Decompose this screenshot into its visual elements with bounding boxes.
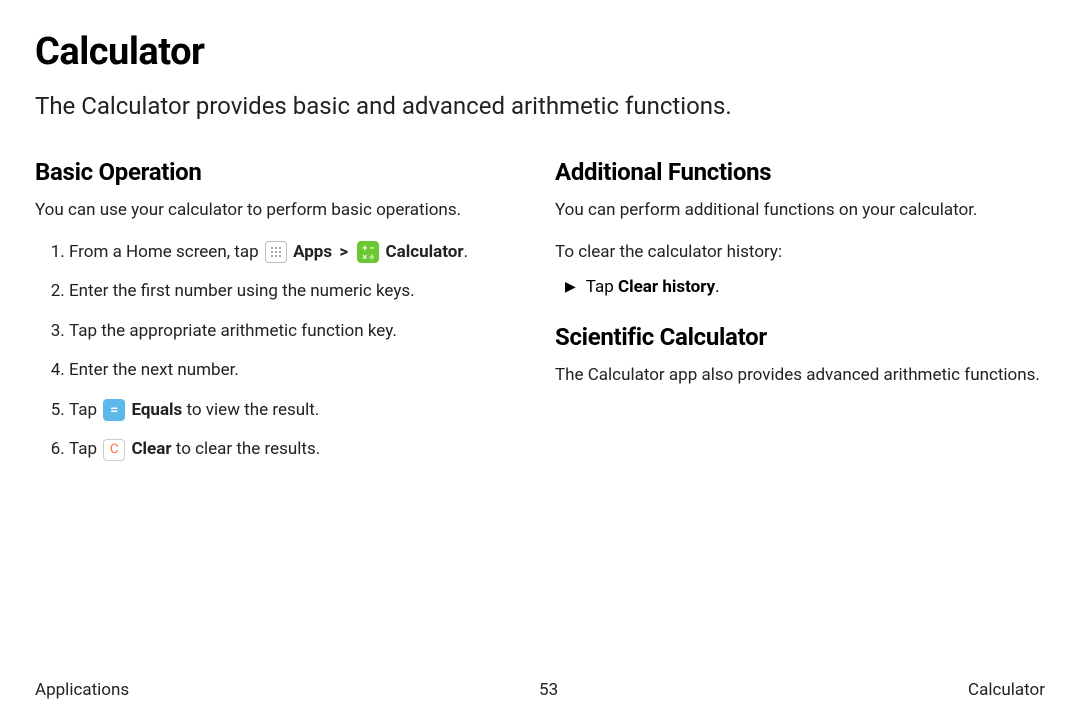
apps-icon (265, 241, 287, 263)
scientific-calculator-heading: Scientific Calculator (555, 323, 1045, 351)
footer-right: Calculator (968, 680, 1045, 700)
step-6-pre: Tap (69, 439, 97, 459)
additional-functions-heading: Additional Functions (555, 158, 1045, 186)
step-1-pre: From a Home screen, tap (69, 242, 259, 262)
content-columns: Basic Operation You can use your calcula… (35, 158, 1045, 477)
step-5: Tap = Equals to view the result. (69, 398, 525, 424)
calculator-icon: +−×÷ (357, 241, 379, 263)
step-6-post: to clear the results. (172, 439, 321, 459)
step-5-post: to view the result. (182, 400, 319, 420)
additional-functions-desc: You can perform additional functions on … (555, 198, 1045, 224)
left-column: Basic Operation You can use your calcula… (35, 158, 525, 477)
clear-label: Clear (131, 439, 171, 459)
steps-list: From a Home screen, tap Apps > +−×÷ Calc… (35, 240, 525, 463)
breadcrumb-sep: > (339, 242, 348, 262)
equals-label: Equals (131, 400, 182, 420)
arrow-icon: ▶ (565, 279, 576, 295)
clear-history-action: ▶ Tap Clear history. (555, 277, 1045, 297)
calculator-label: Calculator (386, 242, 464, 262)
clear-icon: C (103, 439, 125, 461)
step-2: Enter the first number using the numeric… (69, 279, 525, 305)
basic-operation-heading: Basic Operation (35, 158, 525, 186)
clear-history-post: . (715, 277, 719, 297)
right-column: Additional Functions You can perform add… (555, 158, 1045, 477)
equals-icon: = (103, 399, 125, 421)
apps-label: Apps (293, 242, 332, 262)
step-6: Tap C Clear to clear the results. (69, 437, 525, 463)
page-footer: Applications 53 Calculator (35, 680, 1045, 700)
footer-page-number: 53 (539, 680, 558, 700)
clear-history-bold: Clear history (618, 277, 715, 297)
basic-operation-desc: You can use your calculator to perform b… (35, 198, 525, 224)
footer-left: Applications (35, 680, 129, 700)
step-5-pre: Tap (69, 400, 97, 420)
step-3: Tap the appropriate arithmetic function … (69, 319, 525, 345)
clear-history-intro: To clear the calculator history: (555, 240, 1045, 266)
page-intro: The Calculator provides basic and advanc… (35, 92, 1045, 120)
clear-history-text: Tap Clear history. (586, 277, 720, 297)
clear-history-pre: Tap (586, 277, 618, 297)
page-title: Calculator (35, 30, 1045, 74)
step-4: Enter the next number. (69, 358, 525, 384)
scientific-calculator-desc: The Calculator app also provides advance… (555, 363, 1045, 389)
step-1: From a Home screen, tap Apps > +−×÷ Calc… (69, 240, 525, 266)
step-1-post: . (464, 242, 468, 262)
